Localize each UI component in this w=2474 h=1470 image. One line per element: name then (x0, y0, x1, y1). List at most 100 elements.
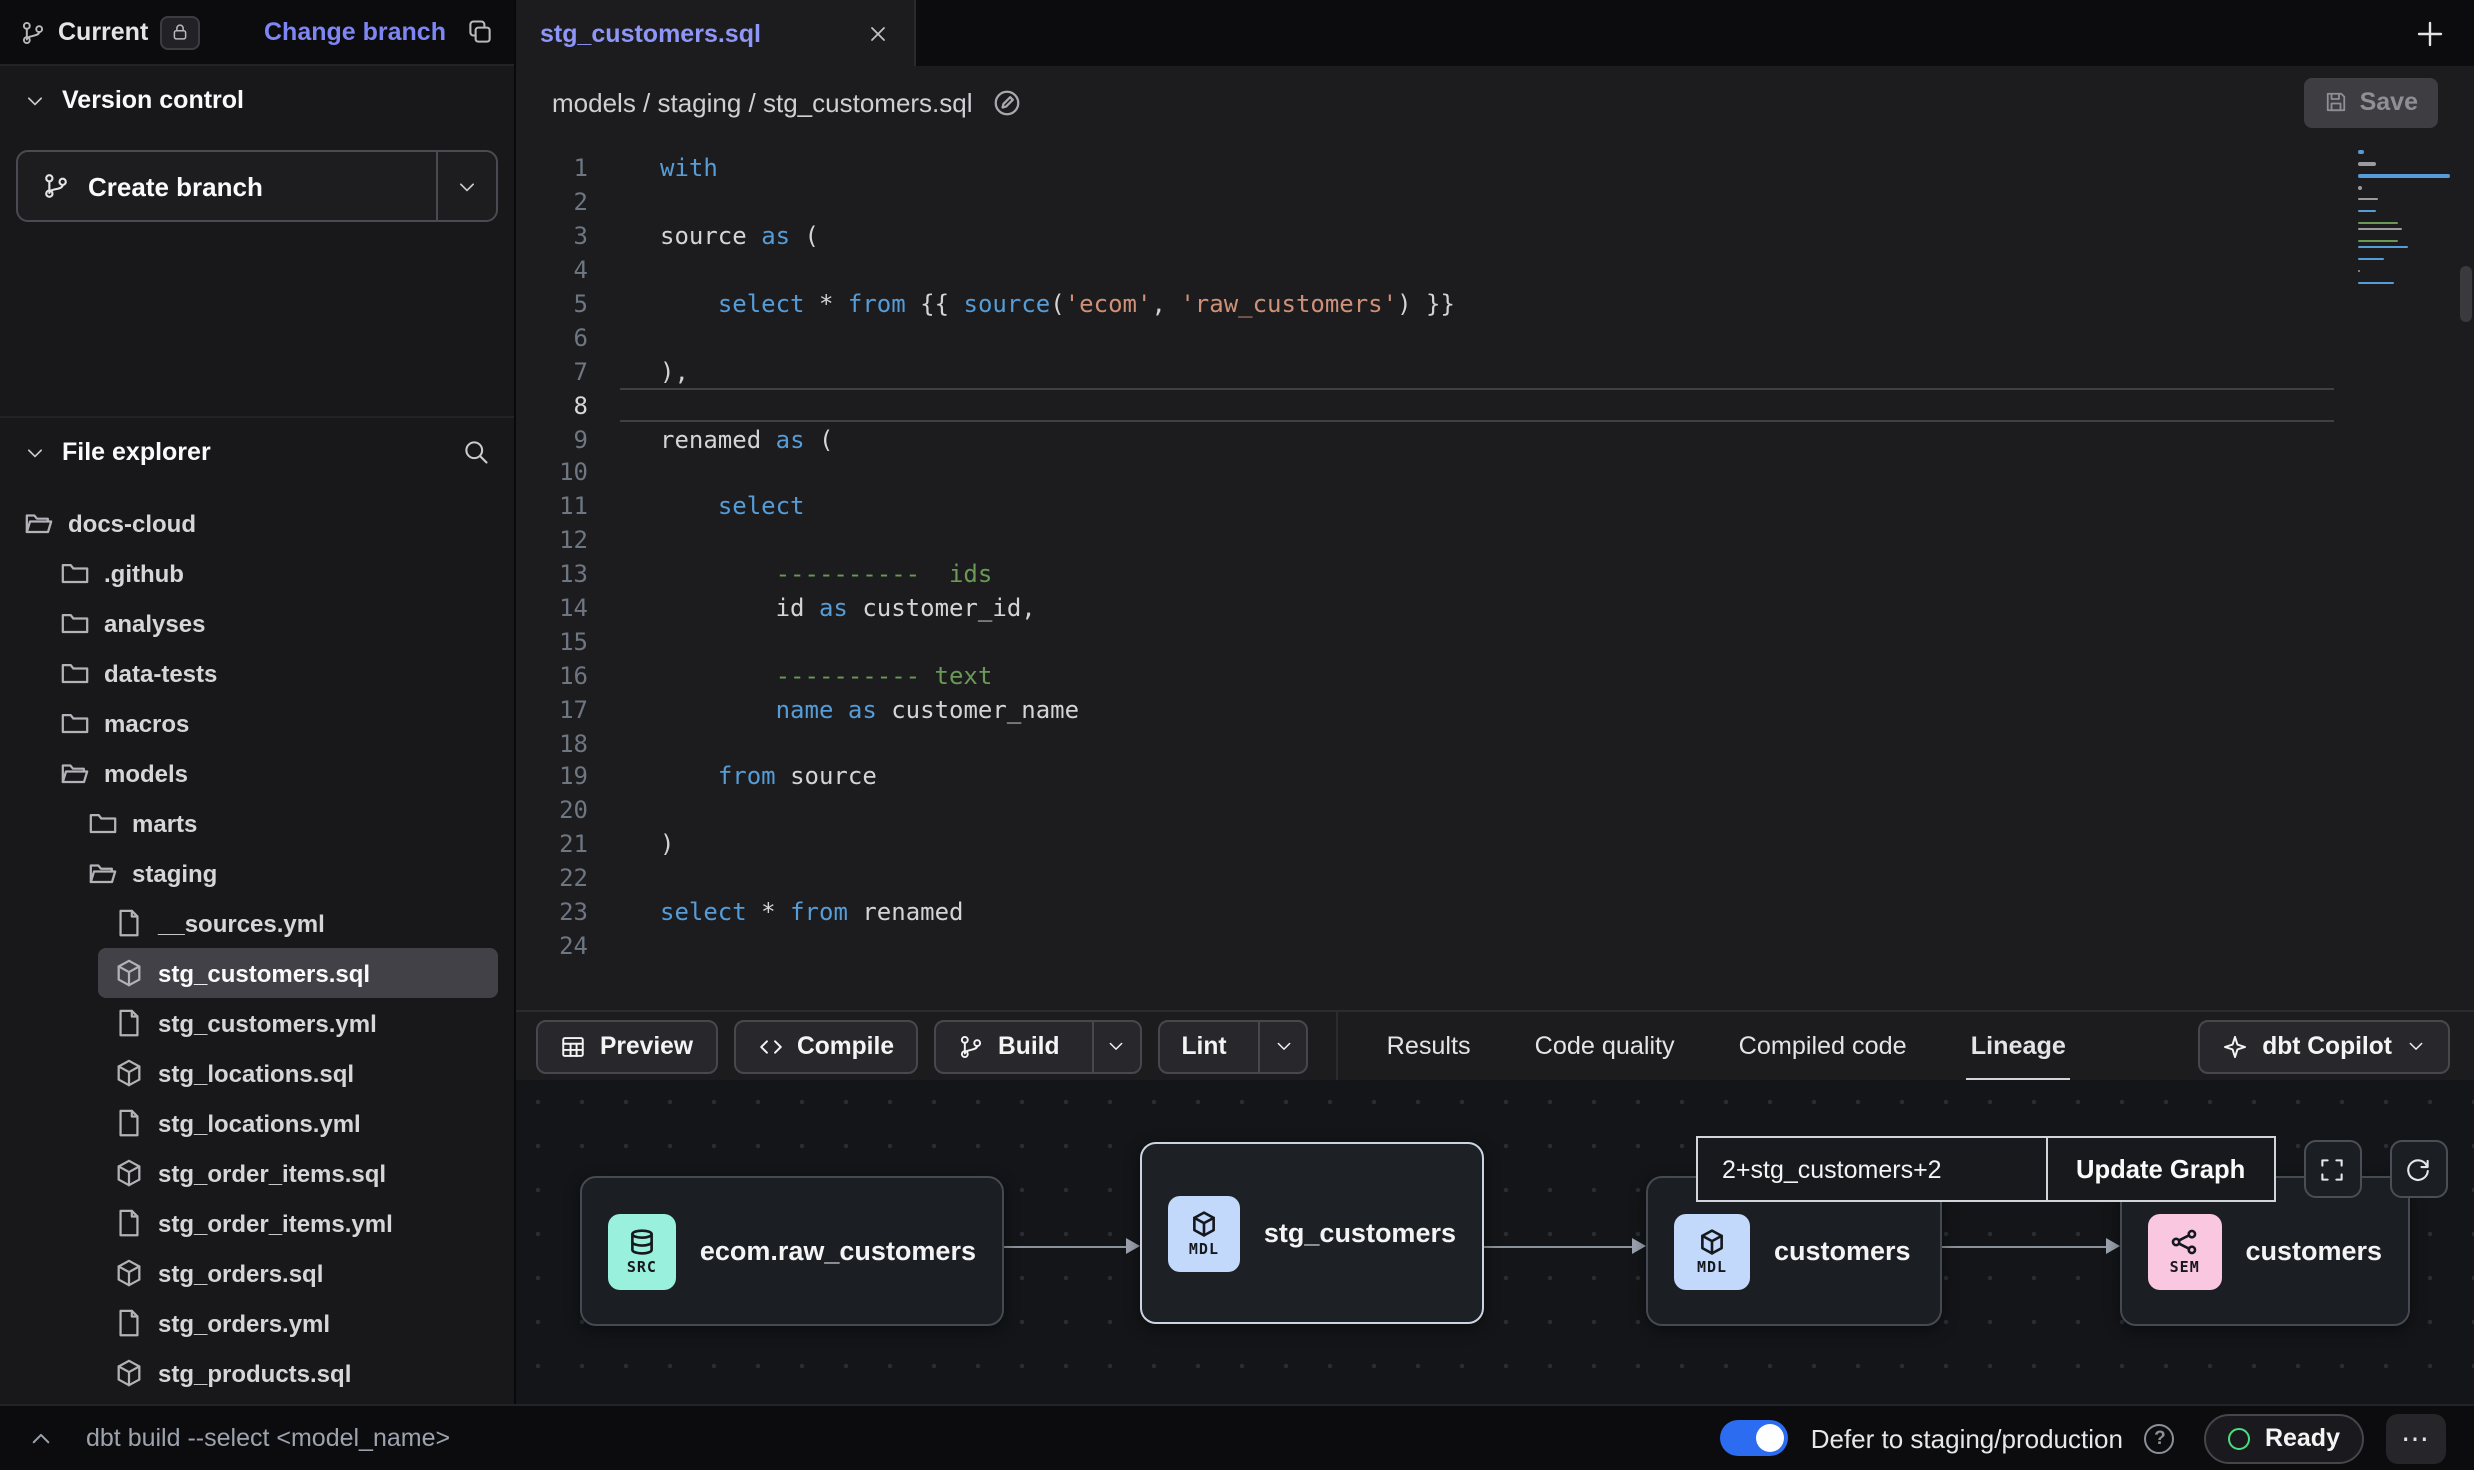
dbt-copilot-button[interactable]: dbt Copilot (2198, 1019, 2450, 1073)
code-line-21[interactable]: 21) (516, 828, 2474, 862)
code-line-15[interactable]: 15 (516, 625, 2474, 659)
code-line-12[interactable]: 12 (516, 524, 2474, 558)
current-branch[interactable]: Current (20, 15, 200, 49)
code-line-11[interactable]: 11 select (516, 490, 2474, 524)
file-name: stg_locations.sql (158, 1059, 354, 1087)
create-branch-dropdown[interactable] (436, 152, 496, 220)
code-line-6[interactable]: 6 (516, 321, 2474, 355)
code-line-22[interactable]: 22 (516, 861, 2474, 895)
preview-button[interactable]: Preview (536, 1019, 717, 1073)
defer-toggle[interactable] (1721, 1420, 1789, 1456)
code-line-13[interactable]: 13 ---------- ids (516, 557, 2474, 591)
file-tree-item-stg-locations-yml[interactable]: stg_locations.yml (98, 1098, 498, 1148)
lint-button[interactable]: Lint (1158, 1019, 1309, 1073)
file-tree-item-stg-orders-yml[interactable]: stg_orders.yml (98, 1298, 498, 1348)
lineage-edge-1 (1004, 1246, 1136, 1248)
change-branch-link[interactable]: Change branch (264, 18, 446, 46)
main-panel: stg_customers.sql models / staging / stg… (516, 0, 2474, 1404)
file-tree-item-marts[interactable]: marts (72, 798, 498, 848)
code-line-10[interactable]: 10 (516, 456, 2474, 490)
panel-tab-lineage[interactable]: Lineage (1939, 1011, 2098, 1081)
build-dropdown[interactable] (1092, 1021, 1140, 1071)
fullscreen-button[interactable] (2303, 1140, 2361, 1198)
minimap[interactable] (2358, 150, 2454, 293)
line-number: 3 (516, 222, 620, 250)
code-line-5[interactable]: 5 select * from {{ source('ecom', 'raw_c… (516, 287, 2474, 321)
cube-icon (1698, 1227, 1726, 1255)
command-input[interactable]: dbt build --select <model_name> (86, 1424, 450, 1452)
close-icon[interactable] (866, 21, 890, 45)
search-icon[interactable] (462, 438, 490, 466)
code-line-8[interactable]: 8 (516, 388, 2474, 422)
compile-label: Compile (797, 1032, 894, 1060)
lint-dropdown[interactable] (1259, 1021, 1307, 1071)
editor-scrollbar[interactable] (2460, 266, 2472, 322)
version-control-header[interactable]: Version control (0, 66, 514, 126)
new-tab-button[interactable] (2414, 17, 2446, 49)
file-name: macros (104, 709, 189, 737)
panel-tab-results[interactable]: Results (1355, 1011, 1503, 1081)
file-tree-item-data-tests[interactable]: data-tests (44, 648, 498, 698)
lock-icon (170, 22, 190, 42)
copy-icon[interactable] (466, 18, 494, 46)
tab-stg-customers-sql[interactable]: stg_customers.sql (516, 0, 916, 66)
save-button[interactable]: Save (2304, 77, 2438, 127)
code-line-3[interactable]: 3source as ( (516, 220, 2474, 254)
file-explorer-header[interactable]: File explorer (0, 418, 514, 486)
file-tree-item-github[interactable]: .github (44, 548, 498, 598)
code-line-9[interactable]: 9renamed as ( (516, 422, 2474, 456)
more-menu-button[interactable]: ⋯ (2386, 1413, 2446, 1463)
file-tree-item-stg-order-items-sql[interactable]: stg_order_items.sql (98, 1148, 498, 1198)
code-line-19[interactable]: 19 from source (516, 760, 2474, 794)
lineage-canvas[interactable]: SRCecom.raw_customers MDLstg_customers MDL… (516, 1080, 2474, 1404)
code-editor[interactable]: 1with23source as (45 select * from {{ so… (516, 138, 2474, 1010)
code-line-4[interactable]: 4 (516, 253, 2474, 287)
copilot-label: dbt Copilot (2262, 1032, 2392, 1060)
folder-open-icon (24, 508, 54, 538)
file-tree-item-staging[interactable]: staging (72, 848, 498, 898)
file-tree-item-stg-customers-yml[interactable]: stg_customers.yml (98, 998, 498, 1048)
file-tree-item-docs-cloud[interactable]: docs-cloud (8, 498, 498, 548)
file-tree-item-stg-customers-sql[interactable]: stg_customers.sql (98, 948, 498, 998)
line-number: 17 (516, 695, 620, 723)
file-tree-item-analyses[interactable]: analyses (44, 598, 498, 648)
code-line-20[interactable]: 20 (516, 794, 2474, 828)
main-row: Current Change branch Version control Cr… (0, 0, 2474, 1404)
compile-button[interactable]: Compile (733, 1019, 918, 1073)
edit-circle-icon[interactable] (993, 87, 1023, 117)
panel-tab-compiled-code[interactable]: Compiled code (1707, 1011, 1939, 1081)
file-tree-item-sources-yml[interactable]: __sources.yml (98, 898, 498, 948)
file-tree-item-models[interactable]: models (44, 748, 498, 798)
panel-tab-code-quality[interactable]: Code quality (1503, 1011, 1707, 1081)
code-line-17[interactable]: 17 name as customer_name (516, 693, 2474, 727)
file-tree-item-stg-products-sql[interactable]: stg_products.sql (98, 1348, 498, 1398)
file-tree-item-stg-orders-sql[interactable]: stg_orders.sql (98, 1248, 498, 1298)
line-number: 19 (516, 763, 620, 791)
lineage-selector-input[interactable] (1698, 1138, 2046, 1200)
lineage-node-mdl-stg-customers[interactable]: MDLstg_customers (1140, 1142, 1484, 1324)
file-tree-item-stg-order-items-yml[interactable]: stg_order_items.yml (98, 1198, 498, 1248)
lineage-node-src-ecom-raw-customers[interactable]: SRCecom.raw_customers (580, 1176, 1004, 1326)
update-graph-button[interactable]: Update Graph (2046, 1138, 2273, 1200)
expand-panel-button[interactable] (28, 1425, 54, 1451)
file-tree-item-stg-locations-sql[interactable]: stg_locations.sql (98, 1048, 498, 1098)
file-tree-item-macros[interactable]: macros (44, 698, 498, 748)
code-line-23[interactable]: 23select * from renamed (516, 895, 2474, 929)
create-branch-button[interactable]: Create branch (16, 150, 498, 222)
code-line-7[interactable]: 7), (516, 355, 2474, 389)
help-icon[interactable]: ? (2145, 1423, 2175, 1453)
node-badge: SRC (608, 1213, 676, 1289)
code-line-1[interactable]: 1with (516, 152, 2474, 186)
code-line-2[interactable]: 2 (516, 186, 2474, 220)
refresh-button[interactable] (2389, 1140, 2447, 1198)
code-line-16[interactable]: 16 ---------- text (516, 659, 2474, 693)
build-icon (958, 1033, 984, 1059)
code-line-18[interactable]: 18 (516, 726, 2474, 760)
code-line-24[interactable]: 24 (516, 929, 2474, 963)
line-number: 13 (516, 560, 620, 588)
code-line-14[interactable]: 14 id as customer_id, (516, 591, 2474, 625)
line-content: select * from renamed (620, 895, 2334, 929)
build-button[interactable]: Build (934, 1019, 1142, 1073)
node-badge: MDL (1674, 1213, 1750, 1289)
status-ready-badge[interactable]: Ready (2205, 1413, 2364, 1463)
